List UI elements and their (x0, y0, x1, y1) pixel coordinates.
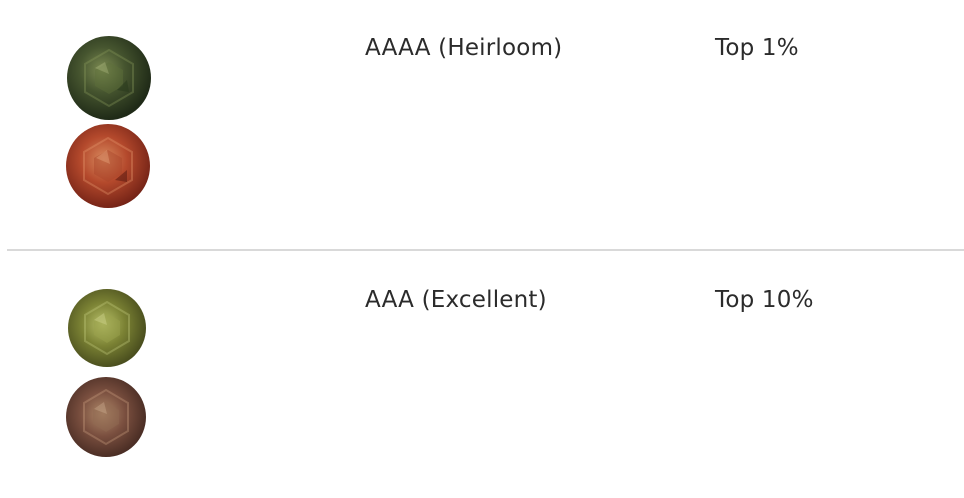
grade-label: AAA (Excellent) (365, 287, 547, 313)
gem-image-pair (40, 281, 170, 481)
gem-image-pair (40, 24, 170, 214)
gem-mauve-icon (64, 375, 148, 459)
grade-row-heirloom: AAAA (Heirloom) Top 1% (0, 0, 964, 250)
gem-green-icon (65, 34, 153, 122)
rarity-label: Top 1% (715, 35, 799, 61)
grade-row-excellent: AAA (Excellent) Top 10% (0, 251, 964, 498)
grade-table: AAAA (Heirloom) Top 1% AAA (Excellent) T… (0, 0, 964, 498)
rarity-label: Top 10% (715, 287, 814, 313)
grade-label: AAAA (Heirloom) (365, 35, 563, 61)
gem-red-icon (63, 122, 153, 210)
gem-olive-icon (66, 287, 148, 369)
